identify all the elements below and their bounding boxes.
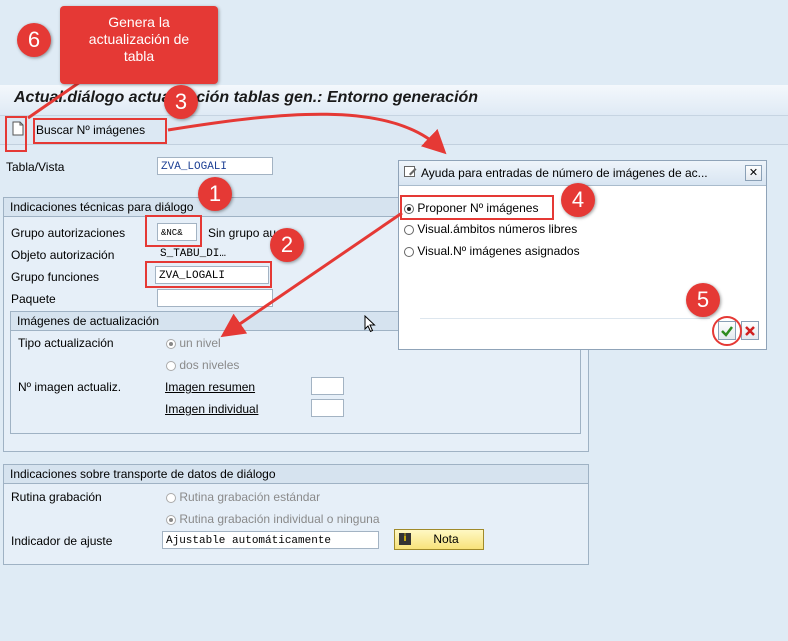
arrow-3 — [167, 112, 447, 155]
marker-2: 2 — [270, 228, 304, 262]
highlight-generate-icon — [5, 116, 27, 152]
highlight-func-group — [145, 261, 272, 288]
highlight-auth-group — [145, 215, 202, 247]
highlight-propose-option — [400, 195, 554, 220]
callout-line-2: actualización de — [88, 31, 190, 47]
marker-3: 3 — [164, 85, 198, 119]
highlight-confirm-button — [712, 316, 742, 346]
callout-generate: Genera la actualización de tabla — [60, 6, 218, 84]
marker-6: 6 — [17, 23, 51, 57]
callout-line-1: Genera la — [108, 14, 170, 30]
annotation-arrows — [27, 80, 447, 338]
arrow-6 — [27, 80, 81, 120]
marker-4: 4 — [561, 183, 595, 217]
highlight-search-button — [33, 118, 167, 144]
marker-5: 5 — [686, 283, 720, 317]
marker-1: 1 — [198, 177, 232, 211]
callout-line-3: tabla — [123, 48, 155, 64]
